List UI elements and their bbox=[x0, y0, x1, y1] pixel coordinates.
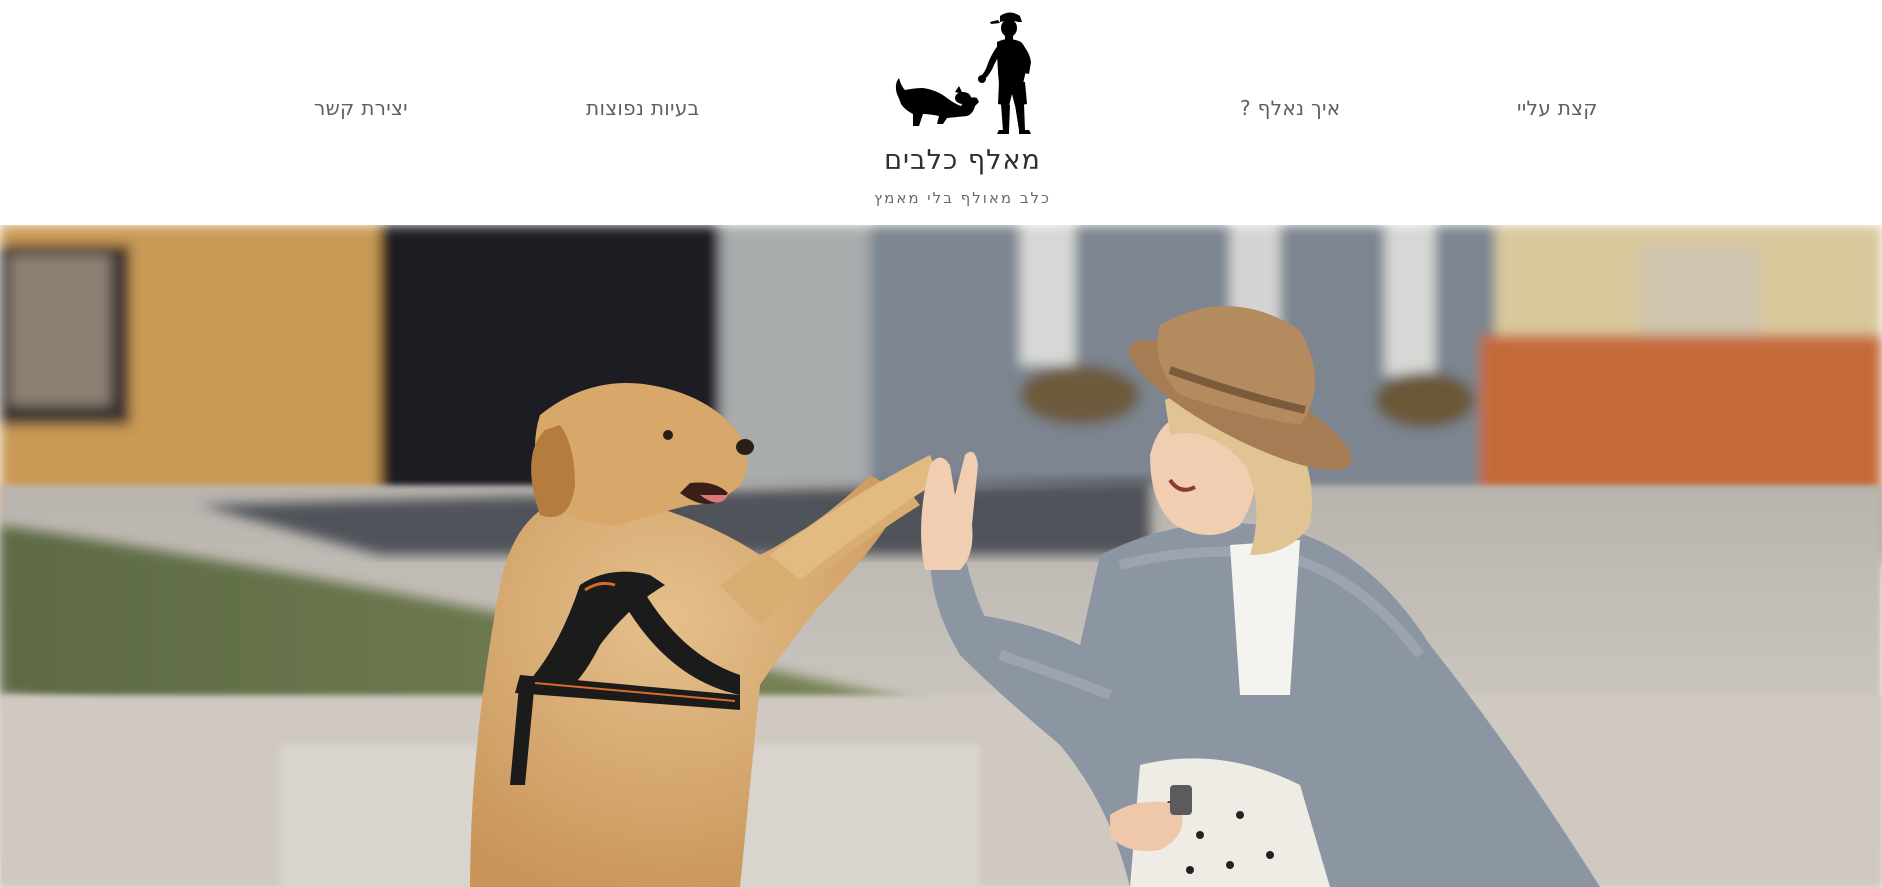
site-logo[interactable]: מאלף כלבים כלב מאולף בלי מאמץ bbox=[855, 8, 1070, 208]
logo-title: מאלף כלבים bbox=[884, 145, 1041, 176]
nav-link-contact[interactable]: יצירת קשר bbox=[314, 96, 408, 120]
nav-link-how-to-train[interactable]: איך נאלף ? bbox=[1240, 96, 1340, 120]
hero-banner bbox=[0, 225, 1882, 887]
page: קצת עליי איך נאלף ? בעיות נפוצות יצירת ק… bbox=[0, 0, 1882, 887]
woman-high-five-dog-photo bbox=[0, 225, 1882, 887]
dog-trainer-silhouette-icon bbox=[895, 12, 1031, 134]
nav-link-common-issues[interactable]: בעיות נפוצות bbox=[586, 96, 700, 120]
logo-tagline: כלב מאולף בלי מאמץ bbox=[874, 189, 1051, 207]
site-header: קצת עליי איך נאלף ? בעיות נפוצות יצירת ק… bbox=[0, 0, 1882, 224]
nav-link-about[interactable]: קצת עליי bbox=[1517, 96, 1598, 120]
